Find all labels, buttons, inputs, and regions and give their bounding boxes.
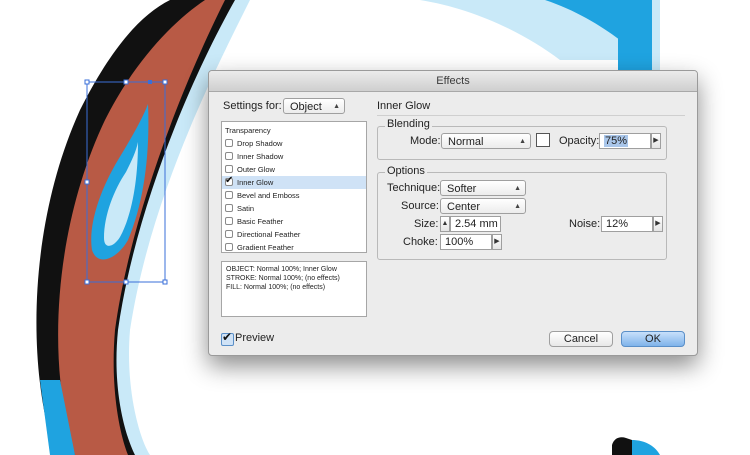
checkmark-icon: ✔ (225, 175, 234, 186)
checkmark-icon: ✔ (222, 330, 233, 344)
selection-handle[interactable] (84, 79, 90, 85)
choke-menu-arrow-icon[interactable]: ▶ (492, 234, 502, 250)
effects-list-header: Transparency (225, 126, 271, 135)
effect-item-inner-shadow[interactable]: Inner Shadow (222, 150, 366, 163)
noise-value: 12% (606, 218, 629, 230)
opacity-input[interactable]: 75% (599, 133, 651, 149)
mode-select[interactable]: Normal ▲ (441, 133, 531, 149)
cancel-button[interactable]: Cancel (549, 331, 613, 347)
ok-button[interactable]: OK (621, 331, 685, 347)
checkbox[interactable] (225, 230, 233, 238)
chevron-up-down-icon: ▲ (514, 203, 521, 210)
glow-color-swatch[interactable] (536, 133, 550, 147)
mode-label: Mode: (410, 135, 441, 147)
checkbox[interactable] (225, 139, 233, 147)
selection-handle[interactable] (84, 179, 90, 185)
dialog-title: Effects (209, 71, 697, 92)
choke-label: Choke: (403, 236, 438, 248)
selection-handle[interactable] (84, 279, 90, 285)
noise-input[interactable]: 12% (601, 216, 653, 232)
effect-item-satin[interactable]: Satin (222, 202, 366, 215)
size-label: Size: (414, 218, 439, 230)
effect-item-basic-feather[interactable]: Basic Feather (222, 215, 366, 228)
size-input[interactable]: 2.54 mm (450, 216, 501, 232)
selection-handle[interactable] (123, 79, 129, 85)
chevron-up-down-icon: ▲ (333, 103, 340, 110)
summary-line-stroke: STROKE: Normal 100%; (no effects) (226, 275, 340, 282)
checkbox[interactable] (225, 165, 233, 173)
artwork-bottom-right-shape (612, 437, 632, 455)
summary-line-object: OBJECT: Normal 100%; Inner Glow (226, 266, 337, 273)
size-value: 2.54 mm (455, 218, 498, 230)
mode-value: Normal (448, 136, 484, 148)
opacity-menu-arrow-icon[interactable]: ▶ (651, 133, 661, 149)
opacity-value: 75% (604, 135, 629, 147)
selection-handle[interactable] (148, 80, 152, 84)
artwork-right-stroke (618, 0, 652, 70)
effect-item-gradient-feather[interactable]: Gradient Feather (222, 241, 366, 254)
source-value: Center (447, 201, 481, 213)
selection-handle[interactable] (162, 279, 168, 285)
choke-value: 100% (445, 236, 474, 248)
effect-item-inner-glow[interactable]: ✔ Inner Glow (222, 175, 366, 189)
size-stepper-icon[interactable]: ▲ (440, 216, 450, 232)
checkbox[interactable] (225, 243, 233, 251)
effects-summary: OBJECT: Normal 100%; Inner Glow STROKE: … (221, 261, 367, 317)
checkbox[interactable] (225, 152, 233, 160)
opacity-label: Opacity: (559, 135, 600, 147)
summary-line-fill: FILL: Normal 100%; (no effects) (226, 284, 326, 291)
checkbox[interactable] (225, 204, 233, 212)
technique-label: Technique: (387, 182, 441, 194)
options-title: Options (385, 165, 427, 177)
preview-label: Preview (235, 332, 275, 344)
checkbox[interactable] (225, 191, 233, 199)
artwork-bottom-right-blue (632, 440, 660, 455)
technique-value: Softer (447, 183, 477, 195)
source-label: Source: (401, 200, 439, 212)
section-title: Inner Glow (377, 100, 431, 112)
blending-title: Blending (385, 118, 432, 130)
effects-dialog: Effects Settings for: Object ▲ Inner Glo… (208, 70, 698, 356)
technique-select[interactable]: Softer ▲ (440, 180, 526, 196)
selection-handle[interactable] (162, 79, 168, 85)
effect-item-drop-shadow[interactable]: Drop Shadow (222, 137, 366, 150)
artwork-right-stroke-light (652, 0, 660, 70)
settings-for-label: Settings for: (223, 100, 282, 112)
preview-checkbox[interactable]: ✔ (221, 330, 234, 346)
chevron-up-down-icon: ▲ (519, 138, 526, 145)
selection-handle[interactable] (123, 279, 129, 285)
section-divider (377, 115, 685, 116)
effects-list: Transparency Drop Shadow Inner Shadow Ou… (221, 121, 367, 253)
checkbox[interactable] (225, 217, 233, 225)
settings-for-value: Object (290, 101, 322, 113)
source-select[interactable]: Center ▲ (440, 198, 526, 214)
chevron-up-down-icon: ▲ (514, 185, 521, 192)
checkbox-checked[interactable]: ✔ (225, 175, 233, 186)
choke-input[interactable]: 100% (440, 234, 492, 250)
settings-for-select[interactable]: Object ▲ (283, 98, 345, 114)
noise-menu-arrow-icon[interactable]: ▶ (653, 216, 663, 232)
effect-item-bevel-emboss[interactable]: Bevel and Emboss (222, 189, 366, 202)
noise-label: Noise: (569, 218, 601, 230)
effect-item-directional-feather[interactable]: Directional Feather (222, 228, 366, 241)
effect-item-outer-glow[interactable]: Outer Glow (222, 163, 366, 176)
